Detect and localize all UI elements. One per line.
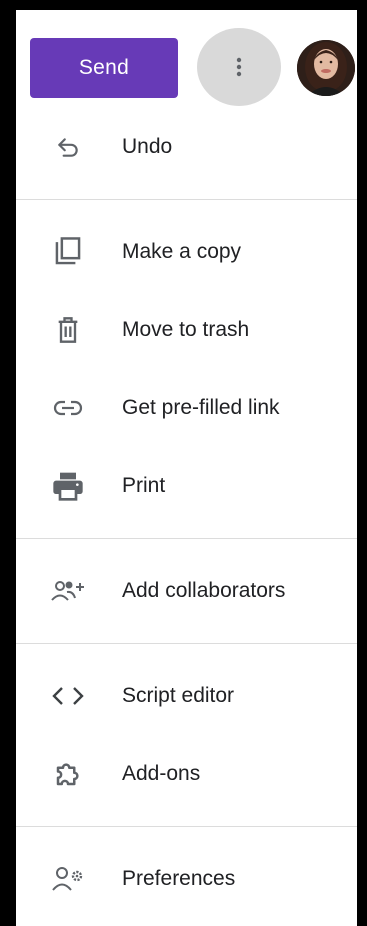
more-vert-icon	[236, 57, 242, 77]
undo-icon	[50, 129, 86, 165]
menu-divider	[16, 826, 357, 827]
menu-item-label: Add-ons	[122, 762, 201, 785]
menu-item-add-collaborators[interactable]: Add collaborators	[16, 552, 357, 630]
menu-item-label: Get pre-filled link	[122, 396, 280, 419]
menu-item-preferences[interactable]: Preferences	[16, 840, 357, 918]
menu-item-label: Preferences	[122, 867, 236, 890]
menu-item-label: Print	[122, 474, 166, 497]
menu-item-label: Undo	[122, 135, 173, 158]
menu-item-label: Make a copy	[122, 240, 242, 263]
puzzle-icon	[50, 756, 86, 792]
menu-divider	[16, 199, 357, 200]
menu-item-undo[interactable]: Undo	[16, 108, 357, 186]
top-toolbar: Send	[16, 10, 357, 108]
menu-divider	[16, 643, 357, 644]
add-people-icon	[50, 573, 86, 609]
person-settings-icon	[50, 861, 86, 897]
more-options-button[interactable]	[197, 28, 281, 106]
copy-icon	[50, 234, 86, 270]
menu-item-label: Move to trash	[122, 318, 250, 341]
menu-item-make-copy[interactable]: Make a copy	[16, 213, 357, 291]
menu-item-label: Script editor	[122, 684, 235, 707]
menu-divider	[16, 538, 357, 539]
forms-more-menu-panel: Send Undo Make a copy Move to trash Get …	[16, 10, 357, 926]
code-icon	[50, 678, 86, 714]
menu-item-print[interactable]: Print	[16, 447, 357, 525]
menu-item-script-editor[interactable]: Script editor	[16, 657, 357, 735]
link-icon	[50, 390, 86, 426]
menu-item-label: Add collaborators	[122, 579, 286, 602]
print-icon	[50, 468, 86, 504]
menu-item-prefilled-link[interactable]: Get pre-filled link	[16, 369, 357, 447]
send-button[interactable]: Send	[30, 38, 178, 98]
overflow-menu: Undo Make a copy Move to trash Get pre-f…	[16, 108, 357, 918]
trash-icon	[50, 312, 86, 348]
menu-item-move-to-trash[interactable]: Move to trash	[16, 291, 357, 369]
account-avatar[interactable]	[297, 40, 355, 96]
menu-item-add-ons[interactable]: Add-ons	[16, 735, 357, 813]
